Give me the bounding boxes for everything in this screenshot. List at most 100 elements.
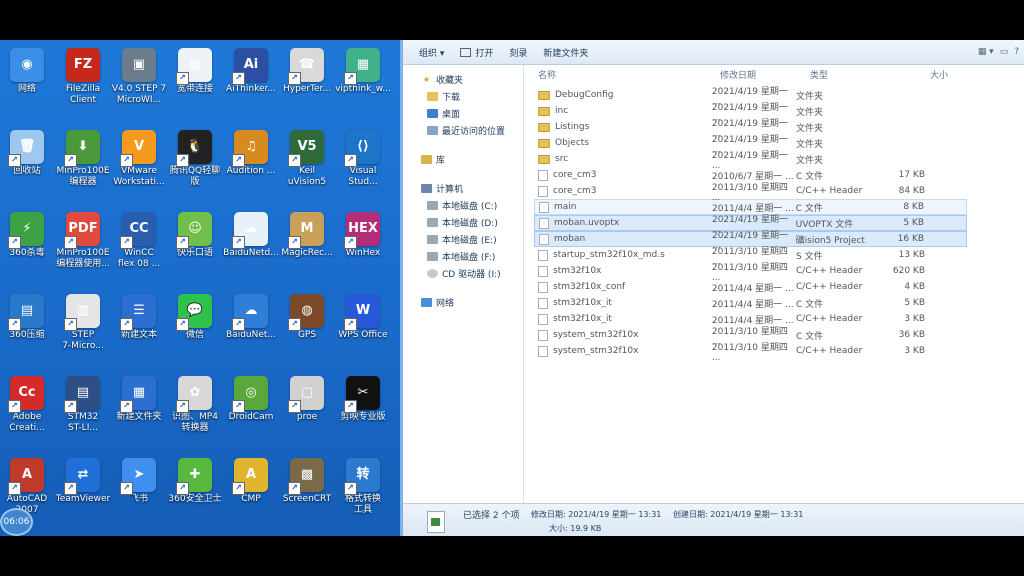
file-size: 84 KB (898, 186, 925, 196)
360-safe-icon: ✚ ↗ (176, 458, 212, 495)
nav-desktop[interactable]: 桌面 (403, 105, 523, 122)
file-name-cell: moban.uvoptx (535, 217, 712, 229)
shortcut-arrow-icon: ↗ (232, 482, 245, 495)
screencrt-icon: ▩ ↗ (288, 458, 324, 495)
desktop: ◉ 网络 FZ FileZilla Client ▣ V4.0 STEP 7 MicroW… (0, 40, 1024, 536)
winhex-icon: HEX ↗ (344, 212, 380, 249)
file-row[interactable]: core_cm3 2011/3/10 星期四 ... C/C++ Header 84 … (534, 183, 967, 203)
nav-recent[interactable]: 最近访问的位置 (403, 122, 523, 139)
file-rows: DebugConfig 2021/4/19 星期一 ... 文件夹 inc 2021/4… (524, 83, 1024, 363)
nav-cd-drive[interactable]: CD 驱动器 (I:) (403, 265, 523, 282)
drive-icon (427, 235, 438, 244)
file-type: C 文件 (796, 331, 824, 342)
nav-drive-e[interactable]: 本地磁盘 (E:) (403, 231, 523, 248)
shortcut-arrow-icon: ↗ (288, 236, 301, 249)
file-name: DebugConfig (555, 90, 614, 100)
file-size: 36 KB (898, 330, 925, 340)
open-button[interactable]: 打开 (452, 46, 501, 59)
status-selected: 已选择 2 个项 (463, 511, 520, 521)
desktop-icon[interactable]: ▦ ↗ vipthink_w... (328, 48, 398, 95)
desktop-icon[interactable]: W ↗ WPS Office (328, 294, 398, 341)
desktop-icon[interactable]: HEX ↗ WinHex (328, 212, 398, 259)
nav-recent-label: 最近访问的位置 (442, 127, 506, 137)
format-converter-icon: 转 ↗ (344, 458, 380, 495)
vmware-icon: V ↗ (120, 130, 156, 167)
shortcut-arrow-icon: ↗ (176, 482, 189, 495)
baidu-net-icon: ☁ ↗ (232, 294, 268, 331)
file-name: startup_stm32f10x_md.s (553, 250, 665, 260)
file-name: Objects (555, 138, 590, 148)
file-size: 3 KB (904, 314, 925, 324)
column-type[interactable]: 类型 (810, 68, 900, 81)
file-type: 文件夹 (796, 107, 824, 118)
desktop-folder-icon (427, 109, 438, 118)
file-type: S 文件 (796, 251, 823, 262)
file-type: 礦ision5 Project (795, 235, 865, 246)
nav-network[interactable]: 网络 (403, 294, 523, 311)
clock-widget[interactable]: 06:06 (0, 508, 33, 536)
desktop-icon[interactable]: 转 ↗ 格式转换 工具 (328, 458, 398, 516)
qq-icon: 🐧 ↗ (176, 130, 212, 167)
folder-row[interactable]: src 2021/4/19 星期一 ... 文件夹 (534, 151, 967, 171)
cmp-icon: A ↗ (232, 458, 268, 495)
shortcut-arrow-icon: ↗ (176, 236, 189, 249)
status-size: 大小: 19.9 KB (549, 524, 602, 533)
new-folder-button[interactable]: 新建文件夹 (535, 46, 596, 59)
file-name-cell: stm32f10x_it (534, 297, 712, 309)
file-size: 8 KB (903, 202, 925, 212)
zip-icon: ▤ ↗ (8, 294, 44, 331)
nav-desktop-label: 桌面 (442, 110, 461, 120)
view-options-icon[interactable]: ▦ ▾ (978, 47, 994, 57)
file-name: inc (555, 106, 569, 116)
new-folder-app-icon: ▦ ↗ (120, 376, 156, 413)
nav-drive-f[interactable]: 本地磁盘 (F:) (403, 248, 523, 265)
file-name: moban.uvoptx (554, 218, 620, 228)
open-icon (460, 47, 472, 57)
file-row[interactable]: system_stm32f10x 2011/3/10 星期四 ... C/C++ H… (534, 343, 967, 363)
nav-drive-c[interactable]: 本地磁盘 (C:) (403, 197, 523, 214)
file-type: C/C++ Header (796, 282, 863, 292)
desktop-icon[interactable]: ✂ ↗ 剪映专业版 (328, 376, 398, 423)
pdf-icon: PDF ↗ (64, 212, 100, 249)
burn-button[interactable]: 刻录 (501, 46, 535, 59)
file-name: moban (554, 234, 586, 244)
desktop-icon-label: vipthink_w... (335, 84, 391, 94)
file-list: 名称 修改日期 类型 大小 DebugConfig 2021/4/19 星期一 .… (524, 65, 1024, 504)
status-modified: 修改日期: 2021/4/19 星期一 13:31 (531, 510, 662, 519)
desktop-icon[interactable]: ⟨⟩ ↗ Visual Stud... (328, 130, 398, 188)
nav-downloads[interactable]: 下载 (403, 88, 523, 105)
file-type: 文件夹 (796, 91, 824, 102)
drive-label: 本地磁盘 (E:) (442, 236, 497, 246)
antivirus-icon: ⚡ ↗ (8, 212, 44, 249)
file-name: system_stm32f10x (553, 346, 639, 356)
nav-favorites-label: 收藏夹 (436, 76, 464, 86)
file-row[interactable]: stm32f10x_it 2011/4/4 星期一 ... C 文件 5 KB (534, 295, 967, 311)
file-name-cell: stm32f10x_conf (534, 281, 712, 293)
shortcut-arrow-icon: ↗ (232, 318, 245, 331)
file-row[interactable]: stm32f10x_conf 2011/4/4 星期一 ... C/C++ Head… (534, 279, 967, 295)
column-size[interactable]: 大小 (900, 68, 990, 81)
filezilla-icon: FZ (66, 48, 100, 82)
file-date: 2011/3/10 星期四 ... (711, 262, 788, 283)
column-header: 名称 修改日期 类型 大小 (524, 65, 1024, 83)
shortcut-arrow-icon: ↗ (176, 400, 189, 413)
library-icon (421, 155, 432, 164)
nav-favorites[interactable]: ★ 收藏夹 (403, 71, 523, 88)
drive-label: CD 驱动器 (I:) (442, 270, 501, 280)
help-icon[interactable]: ? (1014, 47, 1019, 57)
file-date: 2021/4/19 星期一 ... (711, 150, 788, 171)
file-icon (538, 185, 548, 197)
organize-button[interactable]: 组织 ▾ (403, 46, 452, 59)
column-name[interactable]: 名称 (524, 68, 720, 81)
preview-pane-icon[interactable]: ▭ (1000, 47, 1009, 57)
file-name-cell: stm32f10x_it (534, 313, 712, 325)
file-name: stm32f10x_it (553, 298, 612, 308)
column-date[interactable]: 修改日期 (720, 68, 810, 81)
nav-libraries[interactable]: 库 (403, 151, 523, 168)
nav-drive-d[interactable]: 本地磁盘 (D:) (403, 214, 523, 231)
nav-computer[interactable]: 计算机 (403, 180, 523, 197)
magicrec-icon: M ↗ (288, 212, 324, 249)
file-size: 5 KB (903, 218, 925, 228)
navigation-pane: ★ 收藏夹 下载 桌面 最近访问的位置 库 计算机 本地磁盘 (C:) 本地磁盘… (403, 65, 524, 504)
file-row[interactable]: stm32f10x 2011/3/10 星期四 ... C/C++ Header 62… (534, 263, 967, 283)
